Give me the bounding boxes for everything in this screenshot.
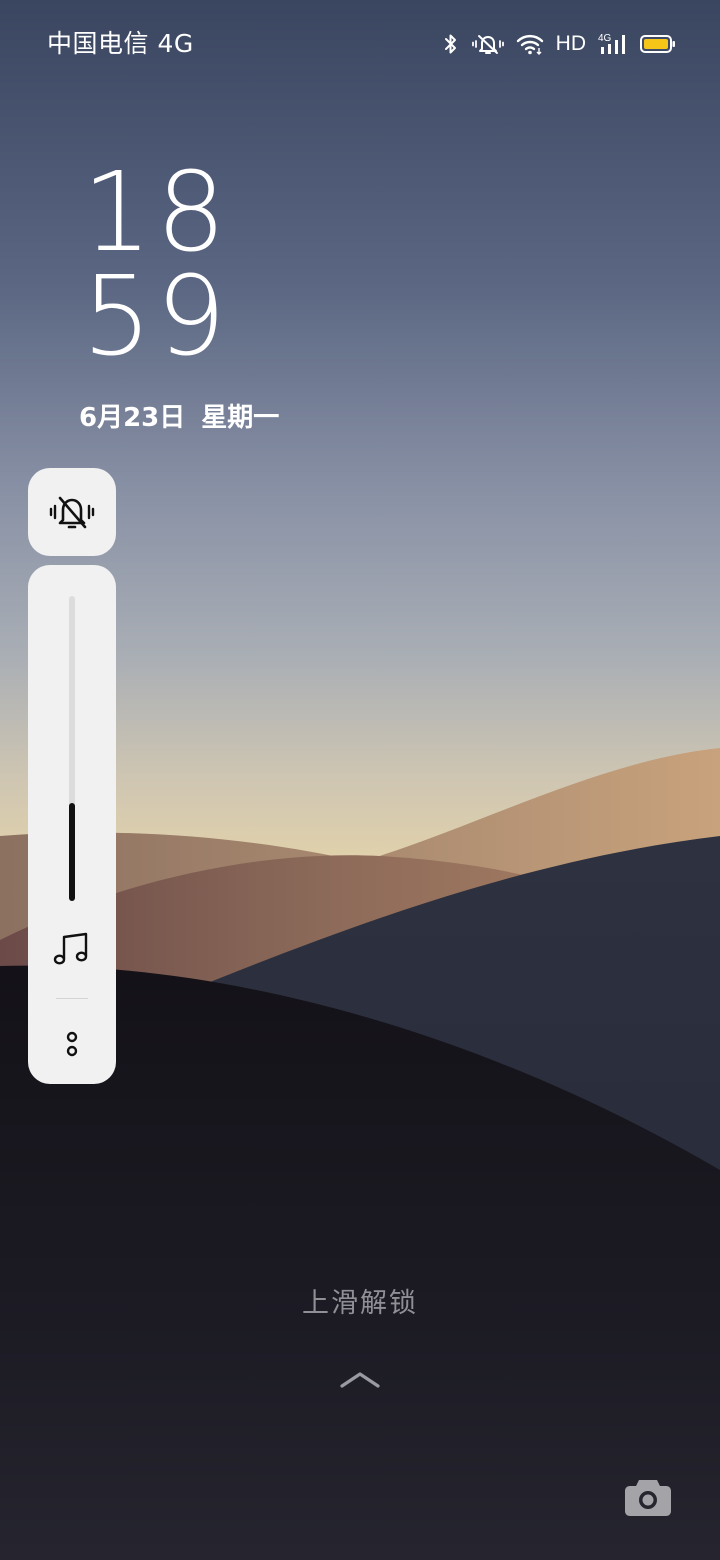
date-label: 6月23日 — [79, 403, 186, 433]
panel-divider — [56, 998, 88, 999]
network-badge: 4G — [598, 33, 612, 44]
clock-hour: 18 — [82, 148, 230, 276]
hd-label: HD — [555, 32, 586, 55]
volume-slider-fill — [69, 803, 75, 901]
unlock-hint: 上滑解锁 — [302, 1288, 418, 1319]
battery-level — [644, 39, 668, 49]
volume-slider[interactable] — [69, 596, 75, 901]
clock-minute: 59 — [82, 252, 230, 380]
status-icons: HD 4G — [442, 28, 676, 60]
cellular-signal-icon: 4G — [598, 33, 625, 54]
carrier-label: 中国电信 4G — [47, 29, 194, 58]
status-bar: 中国电信 4G HD 4G — [0, 0, 720, 88]
vibrate-silent-icon — [471, 35, 504, 54]
vibrate-silent-icon — [49, 496, 95, 529]
weekday-label: 星期一 — [201, 403, 280, 433]
camera-icon[interactable] — [622, 1472, 674, 1522]
music-note-icon[interactable] — [50, 929, 94, 969]
battery-icon — [640, 35, 675, 53]
chevron-up-icon[interactable] — [338, 1368, 382, 1390]
bluetooth-icon — [444, 34, 456, 54]
wifi-icon — [516, 34, 543, 55]
volume-panel — [28, 565, 116, 1084]
date-line: 6月23日 星期一 — [79, 400, 279, 436]
lock-clock: 18 59 — [82, 148, 230, 380]
more-options-icon[interactable] — [60, 1029, 84, 1061]
ringer-mode-button[interactable] — [28, 468, 116, 556]
